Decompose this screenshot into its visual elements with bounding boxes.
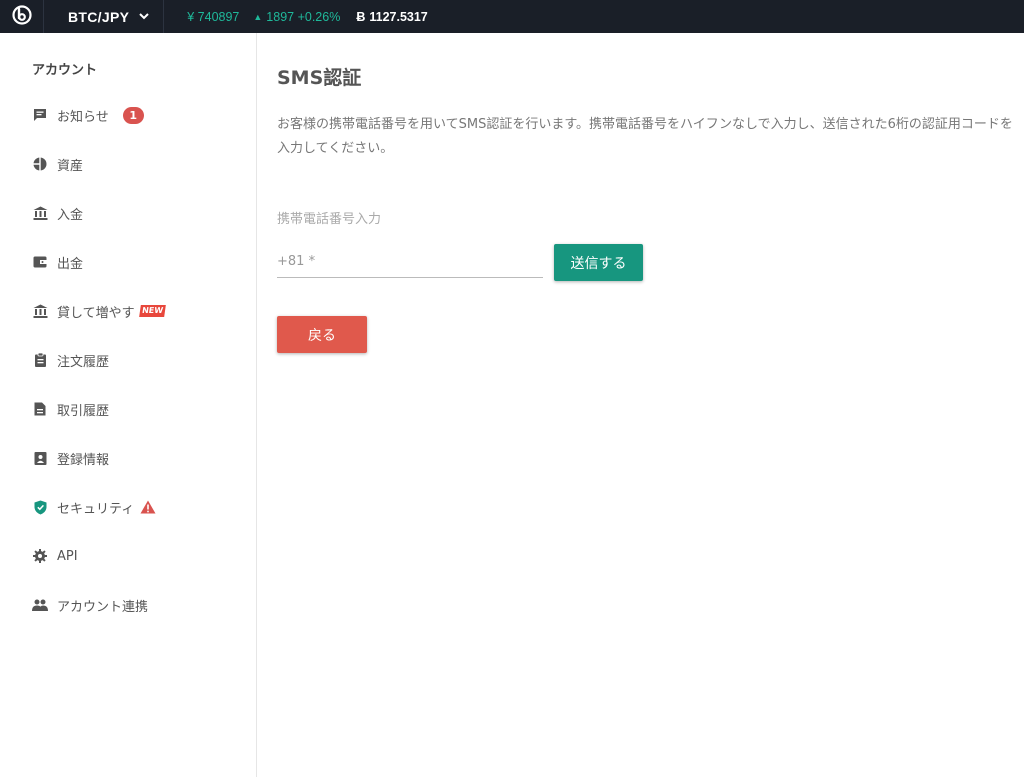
sidebar-item-account-link[interactable]: アカウント連携 xyxy=(32,593,148,617)
sidebar: アカウント お知らせ 1 資産 入金 出金 貸して増やす NEW 注文履歴 取引… xyxy=(0,33,257,777)
sidebar-item-lending[interactable]: 貸して増やす NEW xyxy=(32,299,166,323)
clipboard-icon xyxy=(32,352,48,368)
pie-chart-icon xyxy=(32,156,48,172)
pair-selector[interactable]: BTC/JPY xyxy=(44,0,165,33)
sidebar-item-api[interactable]: API xyxy=(32,544,78,568)
bank-icon xyxy=(32,303,48,319)
sidebar-item-label: API xyxy=(57,548,78,564)
sidebar-item-assets[interactable]: 資産 xyxy=(32,152,83,176)
gear-icon xyxy=(32,548,48,564)
sidebar-item-label: 登録情報 xyxy=(57,452,110,468)
ticker: ¥ 740897 ▲ 1897 +0.26% Ƀ 1127.5317 xyxy=(164,10,428,24)
ticker-btc-value: 1127.5317 xyxy=(369,9,428,24)
bitbank-logo-icon xyxy=(11,4,32,29)
main-content: SMS認証 お客様の携帯電話番号を用いてSMS認証を行います。携帯電話番号をハイ… xyxy=(277,33,1024,777)
pair-label: BTC/JPY xyxy=(68,8,130,25)
warning-icon xyxy=(140,500,156,514)
ticker-price: ¥ 740897 xyxy=(187,9,240,24)
phone-field-label: 携帯電話番号入力 xyxy=(277,212,382,227)
back-button[interactable]: 戻る xyxy=(277,316,367,353)
message-icon xyxy=(32,107,48,123)
page-title: SMS認証 xyxy=(277,67,362,89)
sidebar-item-profile[interactable]: 登録情報 xyxy=(32,446,109,470)
ticker-btc: Ƀ 1127.5317 xyxy=(356,10,427,24)
sidebar-item-deposit[interactable]: 入金 xyxy=(32,201,83,225)
chevron-down-icon xyxy=(139,13,149,20)
sidebar-item-label: 取引履歴 xyxy=(57,403,110,419)
notification-badge: 1 xyxy=(122,106,144,124)
sidebar-item-order-history[interactable]: 注文履歴 xyxy=(32,348,109,372)
sidebar-item-label: 資産 xyxy=(57,158,84,174)
sidebar-item-trade-history[interactable]: 取引履歴 xyxy=(32,397,109,421)
sidebar-item-news[interactable]: お知らせ 1 xyxy=(32,103,144,127)
shield-icon xyxy=(32,499,48,515)
new-badge: NEW xyxy=(138,305,166,317)
send-button[interactable]: 送信する xyxy=(554,244,643,281)
arrow-up-icon: ▲ xyxy=(253,11,263,22)
ticker-change: ▲ 1897 +0.26% xyxy=(253,10,340,24)
people-icon xyxy=(32,597,48,613)
sidebar-item-label: 貸して増やす xyxy=(57,305,135,321)
sidebar-item-label: お知らせ xyxy=(57,109,109,125)
sidebar-item-security[interactable]: セキュリティ xyxy=(32,495,156,519)
sidebar-item-label: 注文履歴 xyxy=(57,354,110,370)
logo[interactable] xyxy=(0,0,44,33)
id-card-icon xyxy=(32,450,48,466)
sidebar-item-label: 出金 xyxy=(57,256,84,272)
sidebar-item-withdraw[interactable]: 出金 xyxy=(32,250,83,274)
ticker-change-value: 1897 +0.26% xyxy=(266,9,341,24)
page-description: お客様の携帯電話番号を用いてSMS認証を行います。携帯電話番号をハイフンなしで入… xyxy=(277,117,1013,156)
sidebar-item-label: 入金 xyxy=(57,207,84,223)
top-bar: BTC/JPY ¥ 740897 ▲ 1897 +0.26% Ƀ 1127.53… xyxy=(0,0,1024,33)
bank-icon xyxy=(32,205,48,221)
sidebar-heading: アカウント xyxy=(32,63,98,78)
sidebar-item-label: アカウント連携 xyxy=(57,599,149,615)
bitcoin-icon: Ƀ xyxy=(356,9,366,24)
phone-number-input[interactable] xyxy=(277,246,543,278)
document-icon xyxy=(32,401,48,417)
wallet-icon xyxy=(32,254,48,270)
sidebar-item-label: セキュリティ xyxy=(57,501,135,517)
